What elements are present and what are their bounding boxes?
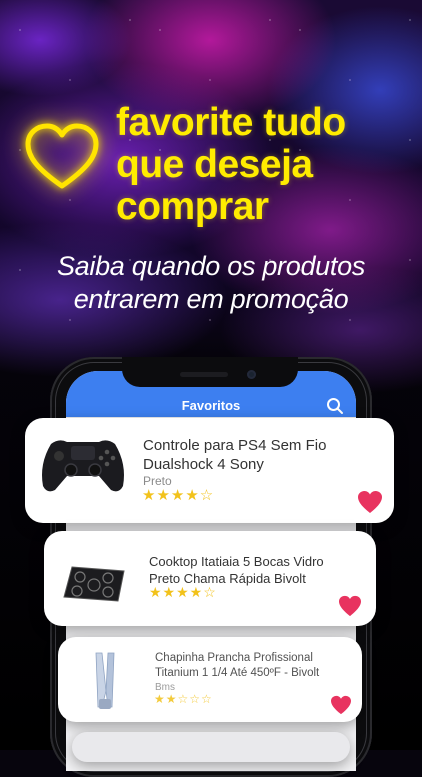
product-name-line: Controle para PS4 Sem Fio (143, 437, 327, 454)
product-name-line: Cooktop Itatiaia 5 Bocas Vidro (149, 554, 324, 569)
rating-stars: ★★★★☆ (142, 487, 215, 504)
hair-straightener-image (95, 652, 115, 709)
phone-camera (247, 370, 256, 379)
promo-headline: favorite tudo que deseja comprar (116, 102, 416, 228)
search-icon[interactable] (326, 397, 344, 415)
product-name-line: Dualshock 4 Sony (143, 456, 264, 473)
cooktop-image (63, 566, 125, 602)
subtitle-line: Saiba quando os produtos (56, 251, 366, 281)
favorite-heart-icon[interactable] (338, 595, 362, 617)
product-name: Controle para PS4 Sem Fio Dualshock 4 So… (143, 436, 326, 474)
product-card[interactable]: Cooktop Itatiaia 5 Bocas Vidro Preto Cha… (44, 531, 376, 626)
product-card[interactable]: Chapinha Prancha Profissional Titanium 1… (58, 637, 362, 722)
product-card-partial[interactable] (72, 732, 350, 762)
headline-line: que deseja (116, 143, 313, 186)
product-name-line: Titanium 1 1/4 Até 450ºF - Bivolt (155, 667, 320, 679)
gamepad-image (42, 440, 124, 492)
headline-line: comprar (116, 185, 269, 228)
favorite-heart-icon[interactable] (357, 490, 383, 514)
phone-speaker (180, 372, 228, 377)
neon-heart-icon (25, 123, 99, 189)
favorite-heart-icon[interactable] (330, 695, 352, 715)
product-name: Chapinha Prancha Profissional Titanium 1… (155, 651, 319, 681)
app-title: Favoritos (181, 398, 241, 413)
rating-stars: ★★☆☆☆ (154, 692, 213, 706)
product-name: Cooktop Itatiaia 5 Bocas Vidro Preto Cha… (149, 553, 324, 587)
rating-stars: ★★★★☆ (149, 584, 217, 600)
product-name-line: Chapinha Prancha Profissional (155, 652, 313, 664)
subtitle-line: entrarem em promoção (73, 284, 349, 314)
headline-line: favorite tudo (116, 101, 346, 144)
promo-subtitle: Saiba quando os produtos entrarem em pro… (0, 250, 422, 316)
product-card[interactable]: Controle para PS4 Sem Fio Dualshock 4 So… (25, 418, 394, 523)
